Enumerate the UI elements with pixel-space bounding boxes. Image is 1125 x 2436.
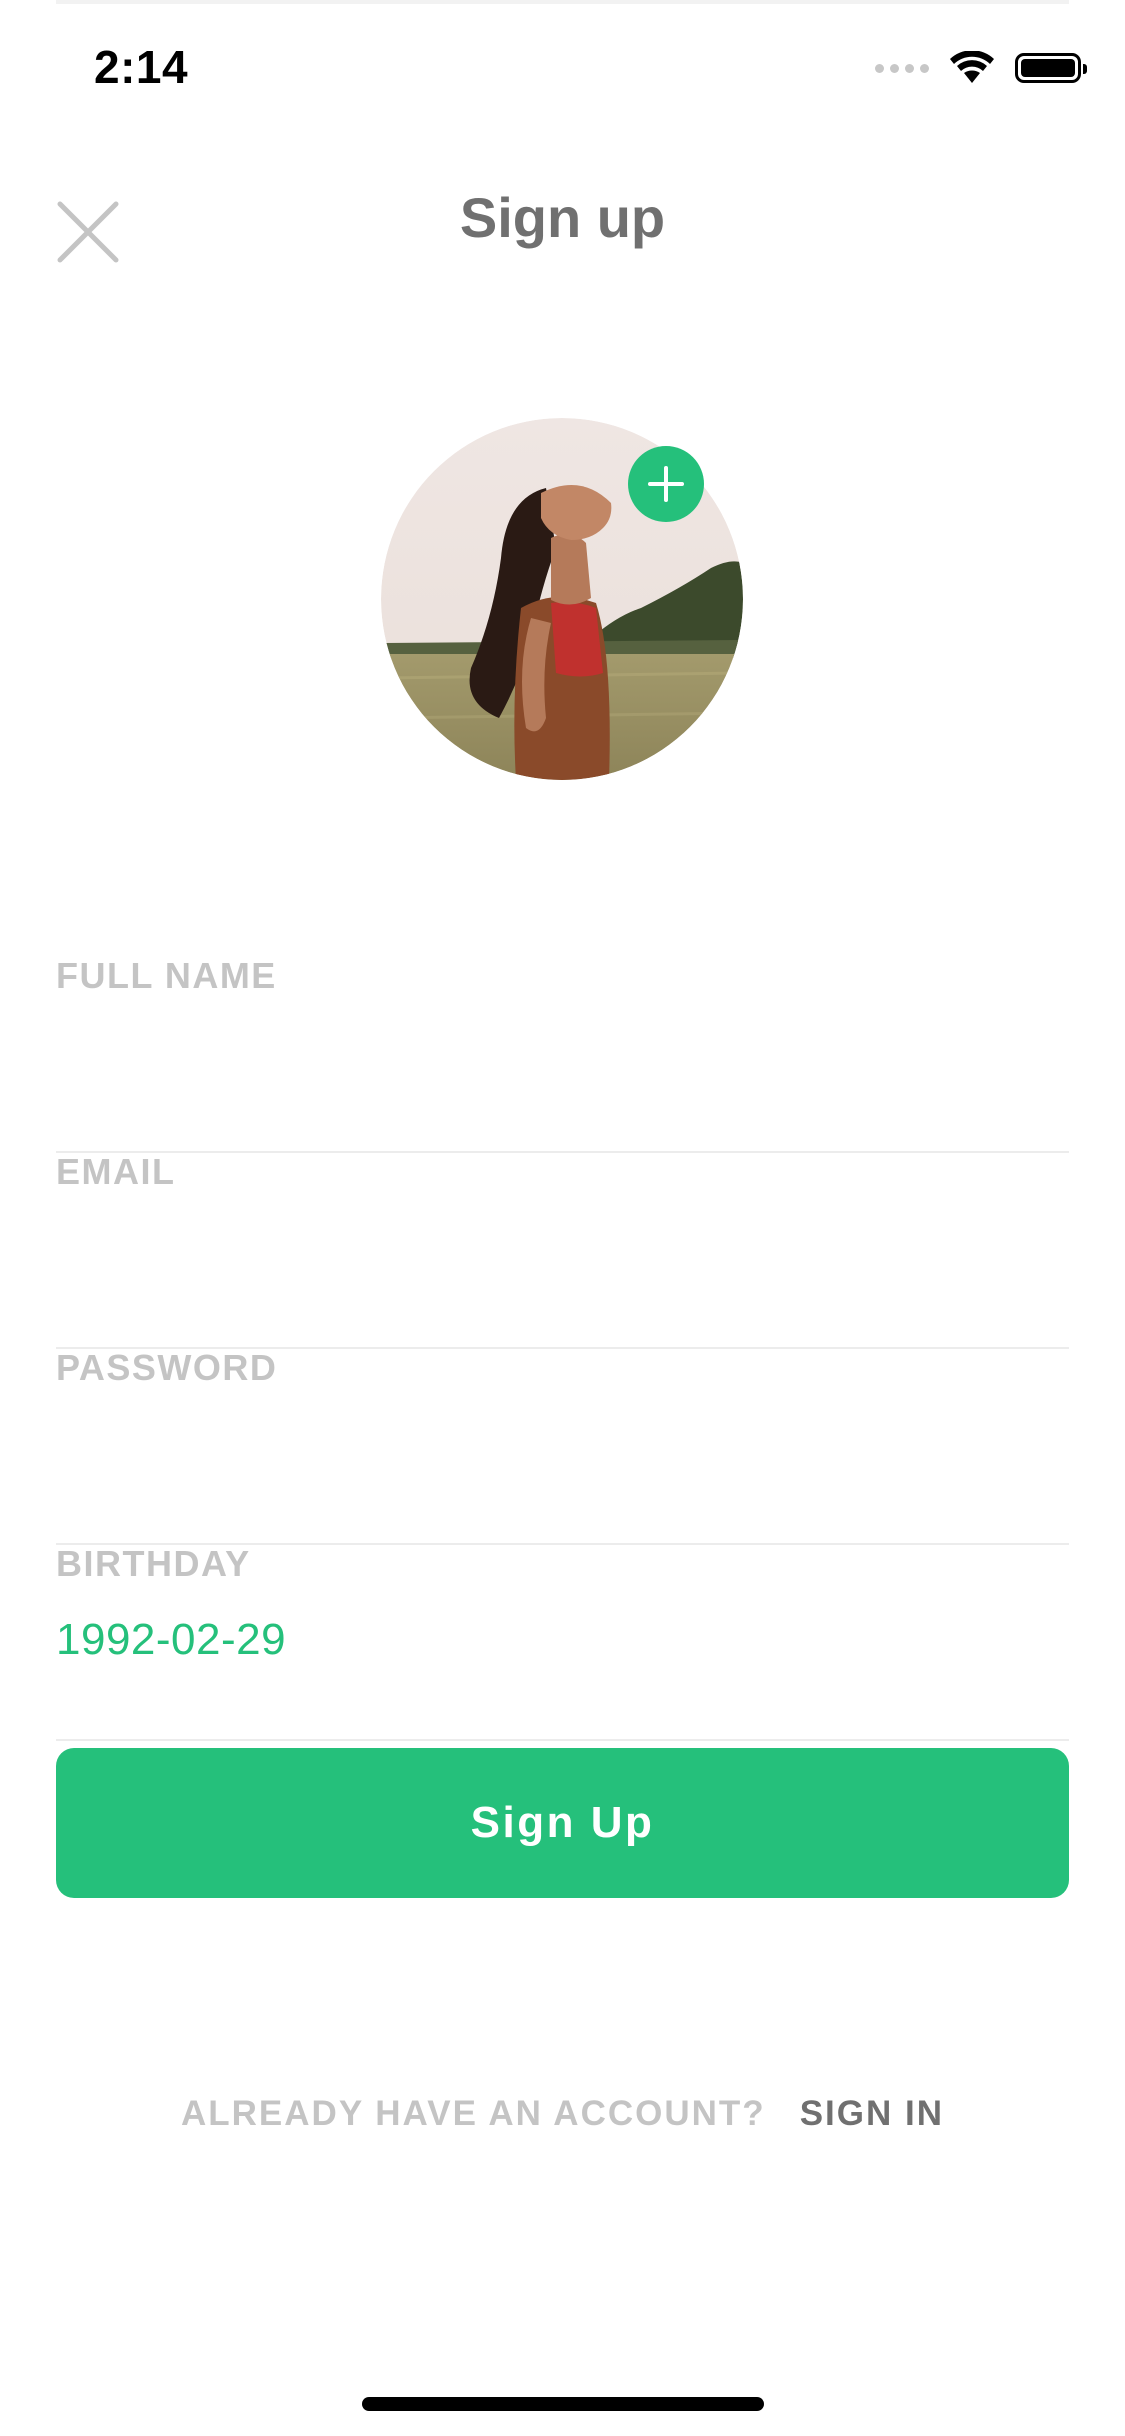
status-time: 2:14: [94, 41, 189, 93]
status-icons: [875, 48, 1087, 88]
signal-icon: [875, 63, 929, 73]
birthday-value[interactable]: 1992-02-29: [56, 1615, 286, 1665]
email-label: EMAIL: [56, 1151, 176, 1192]
wifi-icon: [950, 51, 994, 83]
sign-in-row: ALREADY HAVE AN ACCOUNT? SIGN IN: [0, 2094, 1125, 2134]
avatar-container[interactable]: [381, 418, 743, 780]
birthday-field[interactable]: BIRTHDAY 1992-02-29: [56, 1543, 1069, 1741]
sign-in-prompt: ALREADY HAVE AN ACCOUNT?: [181, 2094, 766, 2133]
plus-icon: [648, 466, 684, 502]
sign-in-link[interactable]: SIGN IN: [800, 2094, 944, 2134]
full-name-field: FULL NAME: [56, 955, 1069, 1153]
email-field: EMAIL: [56, 1151, 1069, 1349]
page-title: Sign up: [459, 186, 666, 249]
home-indicator[interactable]: [362, 2397, 764, 2411]
top-divider: [56, 0, 1069, 4]
password-input[interactable]: [56, 1409, 1069, 1499]
email-input[interactable]: [56, 1213, 1069, 1303]
password-label: PASSWORD: [56, 1347, 278, 1388]
add-photo-button[interactable]: [628, 446, 704, 522]
password-field: PASSWORD: [56, 1347, 1069, 1545]
birthday-label: BIRTHDAY: [56, 1543, 251, 1584]
full-name-input[interactable]: [56, 1017, 1069, 1107]
sign-up-button[interactable]: Sign Up: [56, 1748, 1069, 1898]
full-name-label: FULL NAME: [56, 955, 277, 996]
battery-icon: [1015, 53, 1087, 83]
